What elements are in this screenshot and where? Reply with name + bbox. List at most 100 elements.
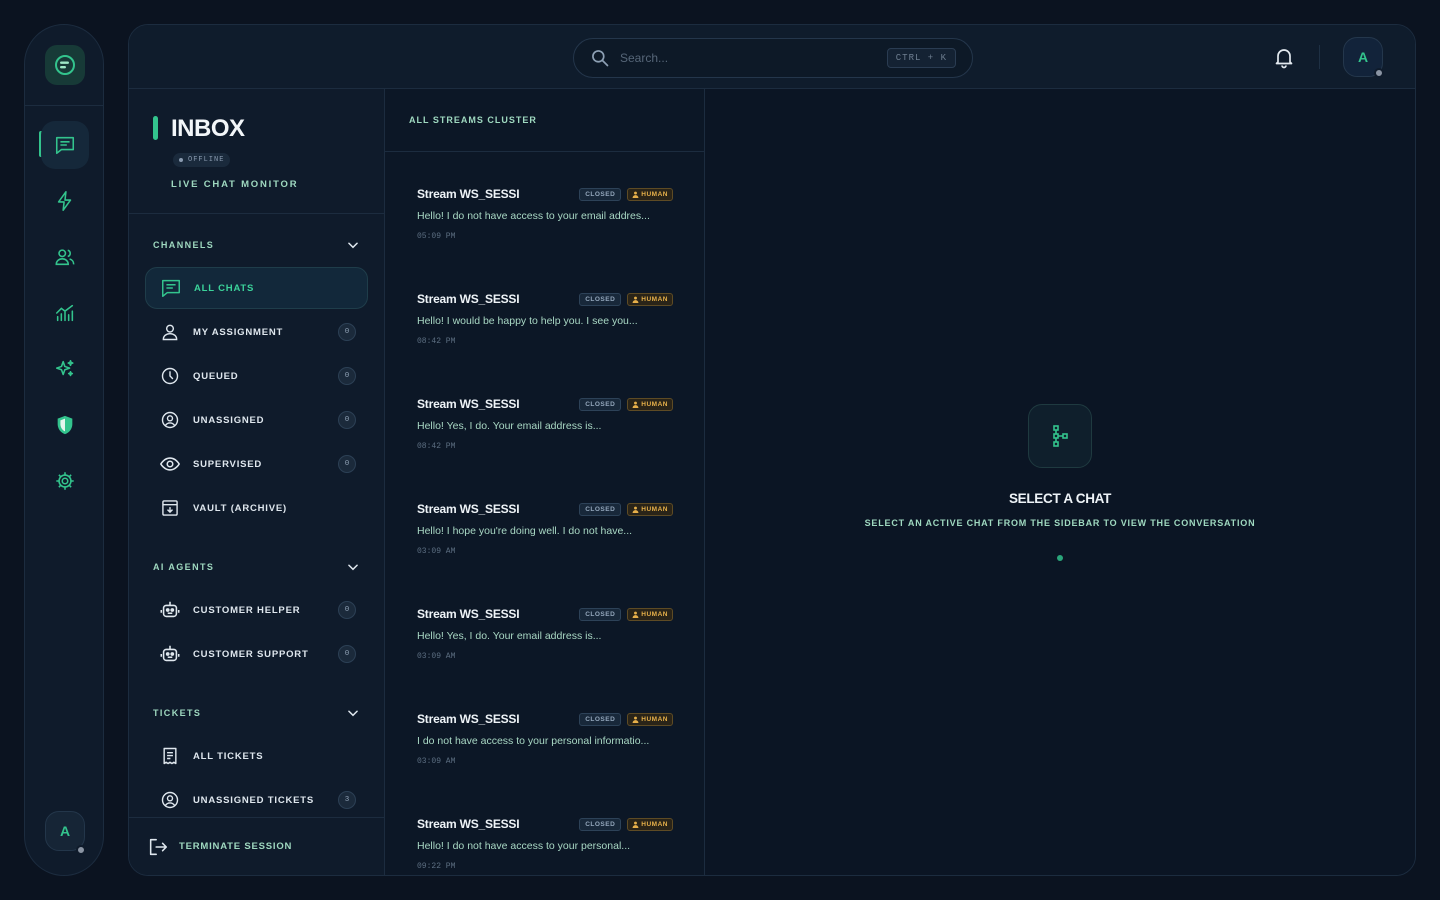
closed-status-badge: CLOSED — [579, 607, 622, 621]
human-type-badge: HUMAN — [627, 817, 673, 831]
chat-list-item[interactable]: Stream WS_SESSI CLOSED HUMAN Hello! I would… — [417, 290, 673, 360]
human-type-label: HUMAN — [641, 295, 668, 303]
archive-icon — [162, 500, 178, 516]
rail-automation-button[interactable] — [41, 177, 89, 225]
users-icon — [55, 249, 75, 266]
chat-list-item[interactable]: Stream WS_SESSI CLOSED HUMAN Hello! I do no… — [417, 185, 673, 255]
chat-timestamp: 03:09 AM — [417, 652, 456, 661]
notifications-button[interactable] — [1272, 45, 1296, 69]
count-badge: 0 — [338, 455, 356, 473]
count-badge: 0 — [338, 645, 356, 663]
person-icon — [632, 611, 639, 618]
closed-status-badge: CLOSED — [579, 187, 622, 201]
chat-name: Stream WS_SESSI — [417, 712, 520, 726]
person-icon — [632, 821, 639, 828]
nav-label: VAULT (ARCHIVE) — [193, 502, 287, 514]
count-badge: 0 — [338, 323, 356, 341]
nav-customer-support[interactable]: CUSTOMER SUPPORT 0 — [145, 633, 368, 675]
rail-analytics-button[interactable] — [41, 289, 89, 337]
chat-list-item[interactable]: Stream WS_SESSI CLOSED HUMAN Hello! I hope … — [417, 500, 673, 570]
title-accent-bar — [153, 116, 158, 140]
nav-my-assignment[interactable]: MY ASSIGNMENT 0 — [145, 311, 368, 353]
nav-unassigned-tickets[interactable]: UNASSIGNED TICKETS 3 — [145, 779, 368, 821]
chat-name: Stream WS_SESSI — [417, 187, 520, 201]
chevron-down-icon — [348, 564, 358, 571]
rail-avatar-letter: A — [59, 823, 71, 839]
channels-section-header[interactable]: CHANNELS — [153, 235, 360, 255]
chat-list-item[interactable]: Stream WS_SESSI CLOSED HUMAN I do not have … — [417, 710, 673, 780]
nav-queued[interactable]: QUEUED 0 — [145, 355, 368, 397]
ai-agents-section-header[interactable]: AI AGENTS — [153, 557, 360, 577]
empty-state-title: SELECT A CHAT — [1008, 491, 1112, 506]
status-dot — [179, 158, 183, 162]
nav-vault-archive[interactable]: VAULT (ARCHIVE) — [145, 487, 368, 529]
chat-list-item[interactable]: Stream WS_SESSI CLOSED HUMAN Hello! Yes, I … — [417, 395, 673, 465]
human-type-label: HUMAN — [641, 820, 668, 828]
eye-icon — [159, 457, 181, 471]
human-type-label: HUMAN — [641, 715, 668, 723]
chat-list-header: ALL STREAMS CLUSTER — [385, 89, 704, 152]
chat-name: Stream WS_SESSI — [417, 502, 520, 516]
main-frame: CTRL + K A INBOX OFFLINE LIVE CHAT MONIT… — [128, 24, 1416, 876]
app-rail: A — [24, 24, 104, 876]
closed-status-badge: CLOSED — [579, 292, 622, 306]
chat-list-item[interactable]: Stream WS_SESSI CLOSED HUMAN Hello! I do no… — [417, 815, 673, 875]
search-icon — [592, 50, 609, 67]
rail-inbox-button[interactable] — [41, 121, 89, 169]
nav-customer-helper[interactable]: CUSTOMER HELPER 0 — [145, 589, 368, 631]
chat-timestamp: 03:09 AM — [417, 547, 456, 556]
rail-settings-button[interactable] — [41, 457, 89, 505]
human-type-badge: HUMAN — [627, 187, 673, 201]
chat-preview: Hello! I hope you're doing well. I do no… — [417, 525, 633, 537]
clock-icon — [161, 367, 179, 385]
chat-icon — [55, 136, 75, 155]
nav-label: ALL TICKETS — [193, 750, 264, 762]
rail-security-button[interactable] — [41, 401, 89, 449]
terminate-session-button[interactable]: TERMINATE SESSION — [129, 817, 384, 875]
human-type-label: HUMAN — [641, 400, 668, 408]
user-circle-icon — [161, 791, 179, 809]
user-status-dot — [1374, 68, 1384, 78]
human-type-label: HUMAN — [641, 190, 668, 198]
nav-unassigned[interactable]: UNASSIGNED 0 — [145, 399, 368, 441]
chat-name: Stream WS_SESSI — [417, 292, 520, 306]
status-label: OFFLINE — [188, 156, 225, 164]
count-badge: 0 — [338, 367, 356, 385]
tickets-section-header[interactable]: TICKETS — [153, 703, 360, 723]
network-tree-icon — [1053, 425, 1068, 447]
chevron-down-icon — [348, 242, 358, 249]
nav-supervised[interactable]: SUPERVISED 0 — [145, 443, 368, 485]
ai-agents-heading: AI AGENTS — [153, 562, 215, 572]
chat-name: Stream WS_SESSI — [417, 397, 520, 411]
rail-ai-button[interactable] — [41, 345, 89, 393]
top-bar: CTRL + K A — [129, 25, 1415, 89]
user-icon — [162, 324, 178, 341]
person-icon — [632, 716, 639, 723]
lightning-icon — [57, 191, 72, 211]
tickets-heading: TICKETS — [153, 708, 202, 718]
analytics-icon — [55, 304, 74, 322]
app-logo[interactable] — [45, 45, 85, 85]
shield-icon — [57, 415, 73, 435]
closed-status-badge: CLOSED — [579, 397, 622, 411]
human-type-badge: HUMAN — [627, 397, 673, 411]
nav-all-tickets[interactable]: ALL TICKETS — [145, 735, 368, 777]
rail-contacts-button[interactable] — [41, 233, 89, 281]
chat-timestamp: 05:09 PM — [417, 232, 456, 241]
person-icon — [632, 296, 639, 303]
sidebar-subtitle: LIVE CHAT MONITOR — [171, 179, 299, 190]
nav-all-chats[interactable]: ALL CHATS — [145, 267, 368, 309]
chat-preview: I do not have access to your personal in… — [417, 735, 650, 747]
chat-preview: Hello! Yes, I do. Your email address is.… — [417, 420, 602, 432]
human-type-badge: HUMAN — [627, 712, 673, 726]
user-avatar-letter: A — [1357, 49, 1369, 65]
receipt-icon — [163, 747, 177, 765]
chat-preview: Hello! I do not have access to your pers… — [417, 840, 631, 852]
search-input[interactable] — [620, 51, 887, 65]
chat-list-item[interactable]: Stream WS_SESSI CLOSED HUMAN Hello! Yes, I … — [417, 605, 673, 675]
sidebar-header: INBOX OFFLINE LIVE CHAT MONITOR — [129, 89, 384, 214]
search-bar[interactable]: CTRL + K — [573, 38, 973, 78]
nav-label: UNASSIGNED TICKETS — [193, 794, 315, 806]
human-type-label: HUMAN — [641, 505, 668, 513]
chat-timestamp: 09:22 PM — [417, 862, 456, 871]
